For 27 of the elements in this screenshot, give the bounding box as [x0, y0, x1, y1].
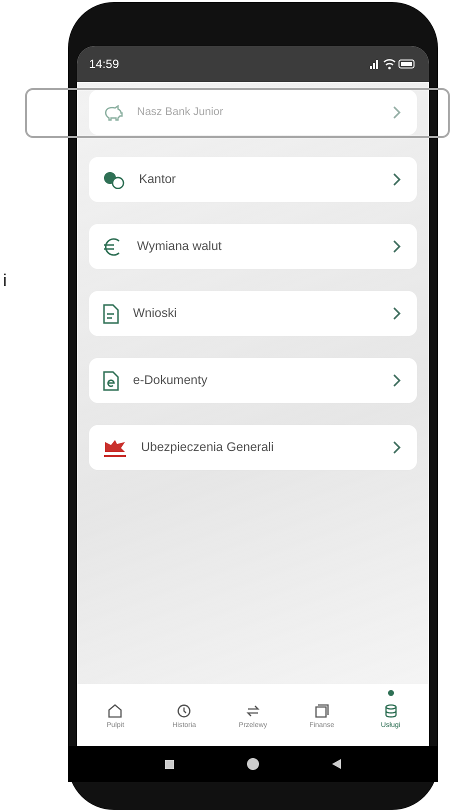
chevron-icon — [393, 106, 401, 119]
chevron-icon — [393, 307, 401, 320]
history-icon — [177, 704, 192, 718]
e-document-icon — [103, 370, 119, 390]
coins-icon — [103, 170, 125, 188]
status-icons — [369, 58, 417, 70]
menu-item[interactable]: e-Dokumenty — [89, 358, 417, 403]
recents-icon[interactable] — [164, 760, 174, 768]
piggy-bank-icon — [103, 104, 123, 120]
status-time: 14:59 — [89, 56, 120, 73]
menu-item[interactable]: Kantor — [89, 157, 417, 202]
chevron-icon — [393, 374, 401, 387]
chevron-icon — [393, 173, 401, 186]
active-dot — [388, 690, 394, 696]
transfer-arrows-icon — [246, 704, 260, 718]
chevron-icon — [393, 240, 401, 253]
database-icon — [384, 704, 398, 718]
side-text: i — [3, 270, 7, 292]
home-icon — [108, 704, 122, 718]
home-button-icon[interactable] — [246, 758, 259, 770]
menu-item[interactable]: Wymiana walut — [89, 224, 417, 269]
document-icon — [103, 304, 119, 324]
wallet-icon — [314, 704, 329, 718]
menu-item[interactable]: Wnioski — [89, 291, 417, 336]
menu-item[interactable]: Ubezpieczenia Generali — [89, 425, 417, 470]
chevron-icon — [393, 441, 401, 454]
back-icon[interactable] — [332, 759, 342, 769]
